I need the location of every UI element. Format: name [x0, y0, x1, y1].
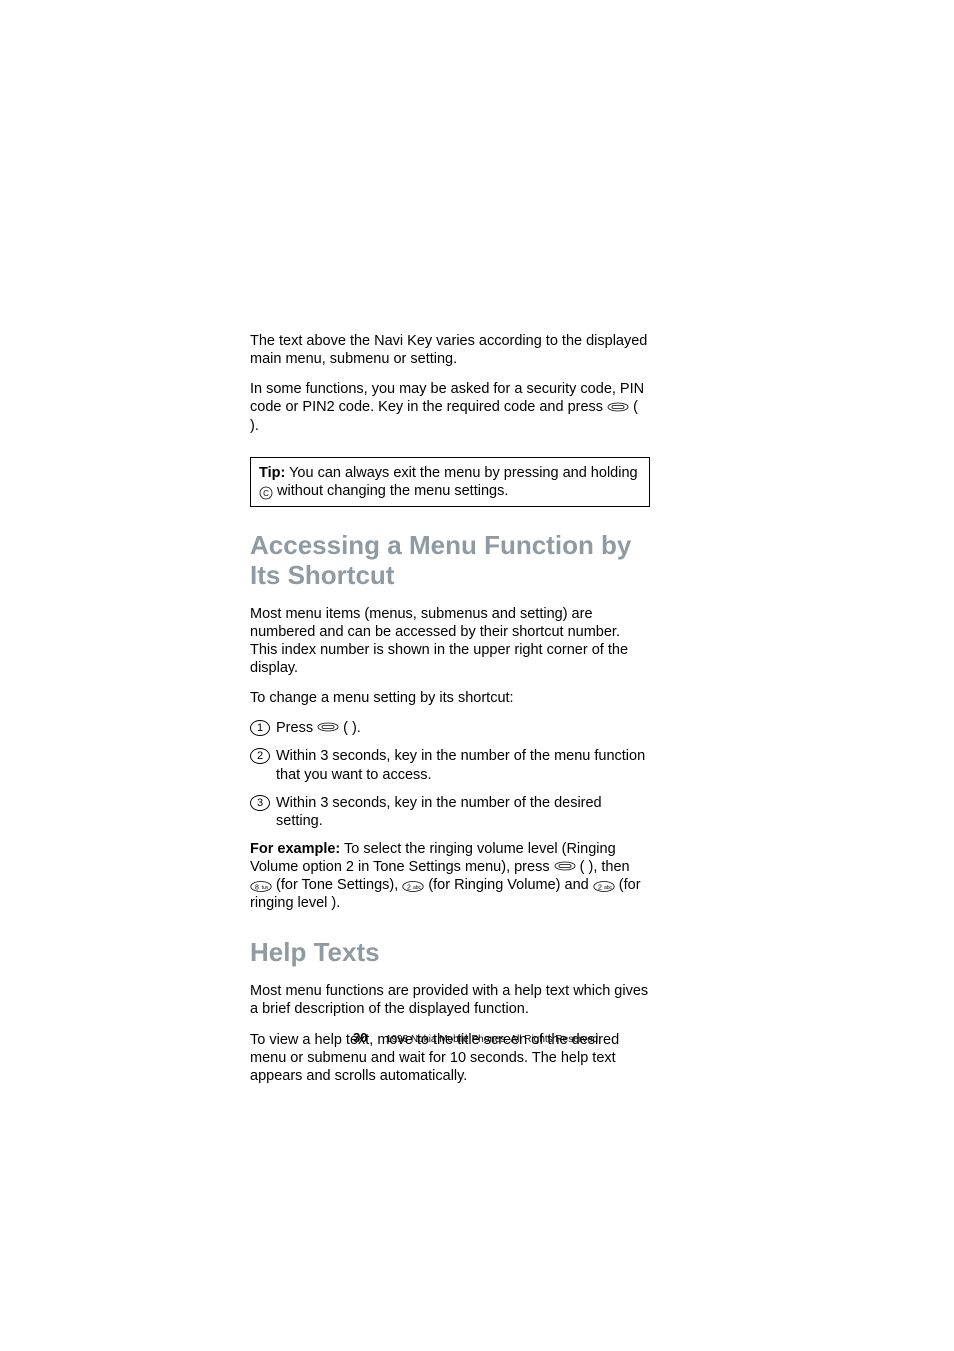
intro-paragraph-2: In some functions, you may be asked for …	[250, 380, 650, 434]
copyright-text: 1998 Nokia Mobile Phones. All Rights Res…	[386, 1034, 601, 1045]
content-column: The text above the Navi Key varies accor…	[250, 332, 650, 1097]
navi-key-icon	[607, 402, 629, 412]
intro-p2-a: In some functions, you may be asked for …	[250, 381, 644, 415]
footer-inner: 30 1998 Nokia Mobile Phones. All Rights …	[353, 1029, 601, 1047]
key-8-icon: 8tuv	[250, 881, 272, 892]
tip-b: without changing the menu settings.	[273, 483, 508, 499]
svg-text:2: 2	[407, 884, 411, 891]
intro-paragraph-1: The text above the Navi Key varies accor…	[250, 332, 650, 368]
key-2-icon: 2abc	[593, 881, 615, 892]
step-number: 1	[250, 720, 270, 736]
step-number: 3	[250, 795, 270, 811]
section-title-help: Help Texts	[250, 938, 650, 968]
page-footer: 30 1998 Nokia Mobile Phones. All Rights …	[0, 1029, 954, 1047]
step-1-b: ( ).	[339, 720, 361, 736]
step-1: 1 Press ( ).	[250, 719, 650, 737]
svg-text:tuv: tuv	[262, 885, 269, 891]
svg-text:8: 8	[255, 884, 259, 891]
step-3: 3 Within 3 seconds, key in the number of…	[250, 794, 650, 830]
step-2: 2 Within 3 seconds, key in the number of…	[250, 747, 650, 783]
page: The text above the Navi Key varies accor…	[0, 0, 954, 1351]
ex-c: (for Tone Settings),	[272, 877, 402, 893]
key-2-icon: 2abc	[402, 881, 424, 892]
svg-text:C: C	[263, 489, 269, 498]
navi-key-icon	[554, 861, 576, 871]
step-1-text: Press ( ).	[276, 719, 650, 737]
svg-text:2: 2	[598, 884, 602, 891]
svg-text:abc: abc	[604, 885, 613, 891]
example-label: For example:	[250, 841, 340, 857]
svg-text:abc: abc	[413, 885, 422, 891]
tip-a: You can always exit the menu by pressing…	[285, 465, 637, 481]
tip-box: Tip: You can always exit the menu by pre…	[250, 457, 650, 507]
step-number: 2	[250, 748, 270, 764]
example-paragraph: For example: To select the ringing volum…	[250, 840, 650, 913]
s2-p1: Most menu functions are provided with a …	[250, 982, 650, 1018]
tip-text: Tip: You can always exit the menu by pre…	[259, 464, 641, 500]
tip-label: Tip:	[259, 465, 285, 481]
navi-key-icon	[317, 722, 339, 732]
section-title-shortcut: Accessing a Menu Function by Its Shortcu…	[250, 531, 650, 591]
step-2-text: Within 3 seconds, key in the number of t…	[276, 747, 650, 783]
ex-b: ( ), then	[576, 859, 630, 875]
page-number: 30	[353, 1030, 367, 1045]
c-key-icon: C	[259, 486, 273, 500]
s1-p2: To change a menu setting by its shortcut…	[250, 689, 650, 707]
step-1-a: Press	[276, 720, 317, 736]
ex-d: (for Ringing Volume) and	[424, 877, 592, 893]
s1-p1: Most menu items (menus, submenus and set…	[250, 605, 650, 678]
step-3-text: Within 3 seconds, key in the number of t…	[276, 794, 650, 830]
